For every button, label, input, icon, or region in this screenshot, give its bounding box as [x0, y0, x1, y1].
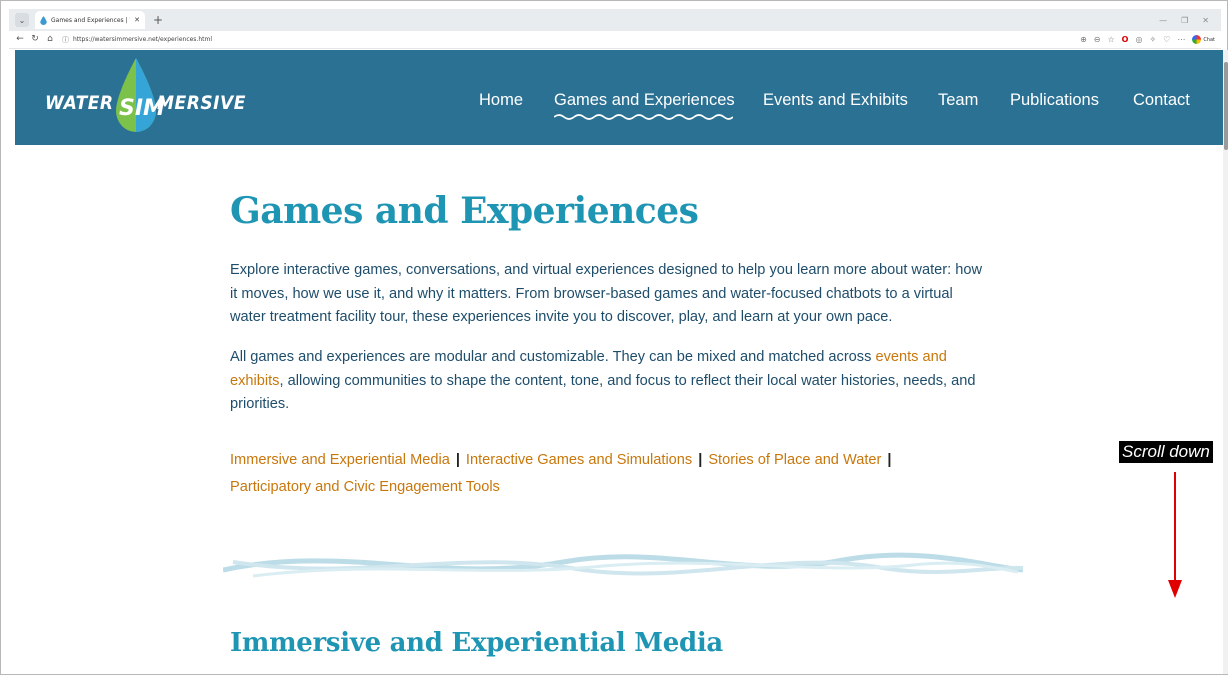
tab-close-icon[interactable]: ✕: [134, 16, 140, 24]
modular-paragraph: All games and experiences are modular an…: [230, 346, 990, 417]
category-link-interactive-games[interactable]: Interactive Games and Simulations: [466, 452, 692, 468]
reader-icon[interactable]: ⊖: [1094, 35, 1101, 44]
category-separator: |: [698, 452, 703, 468]
tab-bar: ⌄ Games and Experiences | WaterSi ✕ + — …: [9, 9, 1221, 31]
category-separator: |: [455, 452, 460, 468]
modular-text-start: All games and experiences are modular an…: [230, 349, 876, 365]
browser-window: ⌄ Games and Experiences | WaterSi ✕ + — …: [0, 0, 1228, 675]
new-tab-button[interactable]: +: [153, 14, 163, 26]
page-viewport: WATER SIM MERSIVE Home Games and Experie…: [15, 50, 1223, 674]
site-logo[interactable]: WATER SIM MERSIVE: [45, 56, 245, 136]
nav-publications[interactable]: Publications: [1010, 91, 1099, 110]
minimize-icon[interactable]: —: [1159, 16, 1167, 25]
profile-heart-icon[interactable]: ♡: [1163, 35, 1170, 44]
logo-text-water: WATER: [45, 92, 114, 114]
url-text[interactable]: https://watersimmersive.net/experiences.…: [73, 36, 212, 43]
category-link-stories[interactable]: Stories of Place and Water: [708, 452, 881, 468]
window-controls: — ❐ ✕: [1159, 16, 1221, 25]
category-links: Immersive and Experiential Media | Interac…: [230, 447, 1010, 501]
down-arrow-icon: [1168, 472, 1182, 598]
scrollbar-thumb[interactable]: [1224, 62, 1228, 150]
toolbar-actions: ⊕ ⊖ ☆ O ◎ ✧ ♡ ⋯ Chat: [1080, 35, 1221, 44]
extensions-icon[interactable]: ✧: [1149, 35, 1156, 44]
category-link-participatory[interactable]: Participatory and Civic Engagement Tools: [230, 479, 500, 495]
reload-icon[interactable]: ↻: [31, 35, 39, 44]
address-bar[interactable]: ⓘ https://watersimmersive.net/experience…: [62, 35, 212, 45]
chat-label: Chat: [1203, 36, 1215, 43]
nav-games-label: Games and Experiences: [554, 91, 735, 109]
zoom-icon[interactable]: ⊕: [1080, 35, 1087, 44]
tab-title: Games and Experiences | WaterSi: [51, 16, 130, 24]
logo-text-mersive: MERSIVE: [157, 92, 246, 114]
restore-icon[interactable]: ❐: [1181, 16, 1188, 25]
intro-paragraph: Explore interactive games, conversations…: [230, 262, 982, 325]
more-menu-icon[interactable]: ⋯: [1177, 35, 1185, 44]
back-icon[interactable]: ←: [16, 35, 24, 44]
chat-button[interactable]: Chat: [1192, 35, 1215, 44]
browser-toolbar: ← ↻ ⌂ ⓘ https://watersimmersive.net/expe…: [9, 31, 1221, 49]
scroll-down-annotation: Scroll down: [1119, 441, 1213, 463]
active-tab[interactable]: Games and Experiences | WaterSi ✕: [35, 11, 145, 29]
chat-logo-icon: [1192, 35, 1202, 44]
bookmark-star-icon[interactable]: ☆: [1107, 35, 1114, 44]
site-header: WATER SIM MERSIVE Home Games and Experie…: [15, 50, 1223, 145]
nav-events-and-exhibits[interactable]: Events and Exhibits: [763, 91, 908, 110]
water-drop-logo-icon: [116, 58, 156, 132]
close-window-icon[interactable]: ✕: [1202, 16, 1209, 25]
page-scrollbar[interactable]: [1223, 50, 1228, 674]
nav-contact[interactable]: Contact: [1133, 91, 1190, 110]
nav-games-and-experiences[interactable]: Games and Experiences: [554, 91, 735, 120]
extension-shield-icon[interactable]: ◎: [1135, 35, 1142, 44]
category-separator: |: [887, 452, 892, 468]
water-wave-divider: [223, 552, 1023, 578]
extension-o-icon[interactable]: O: [1122, 35, 1129, 44]
water-drop-favicon-icon: [40, 15, 47, 25]
nav-team[interactable]: Team: [938, 91, 978, 110]
tab-list-menu-icon[interactable]: ⌄: [15, 13, 29, 27]
section-title-immersive: Immersive and Experiential Media: [230, 628, 723, 658]
active-nav-wave-underline: [554, 114, 733, 120]
site-info-icon[interactable]: ⓘ: [62, 35, 69, 45]
nav-home[interactable]: Home: [479, 91, 523, 110]
page-title: Games and Experiences: [230, 190, 699, 232]
modular-text-end: , allowing communities to shape the cont…: [230, 372, 976, 413]
category-link-immersive[interactable]: Immersive and Experiential Media: [230, 452, 450, 468]
home-icon[interactable]: ⌂: [46, 35, 54, 44]
